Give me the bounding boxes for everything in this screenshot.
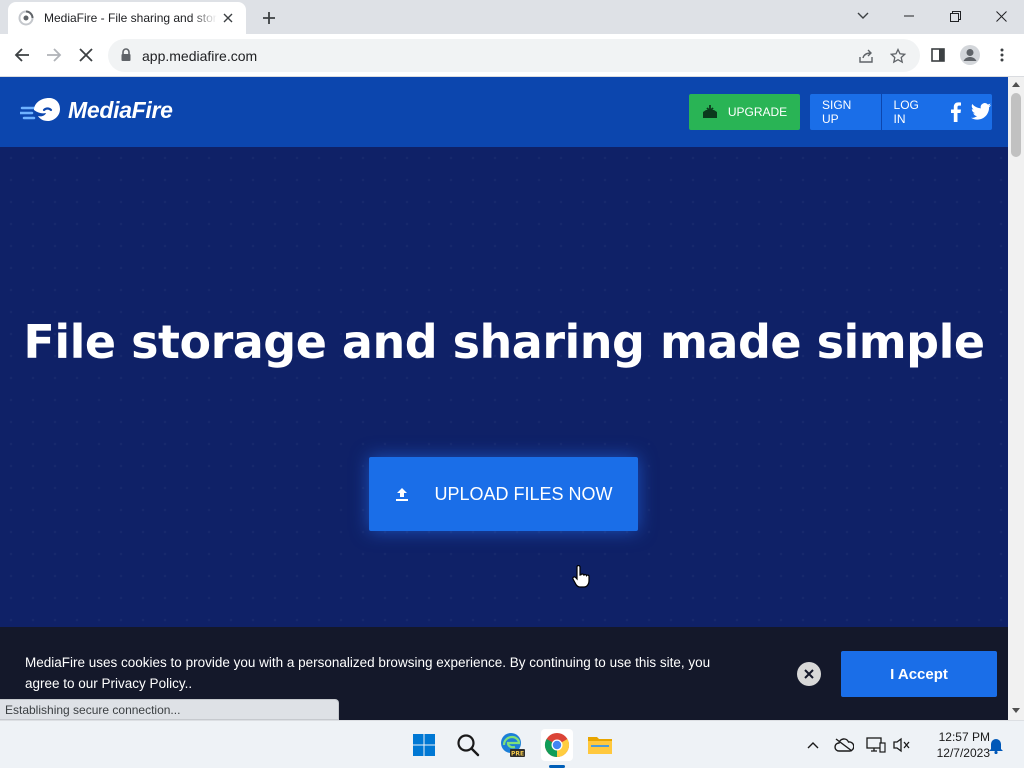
restore-button[interactable] (932, 0, 978, 32)
mediafire-flame-icon (20, 98, 60, 121)
url-text: app.mediafire.com (142, 48, 258, 64)
edge-beta-icon: PRE (501, 733, 525, 758)
upgrade-button[interactable]: UPGRADE (689, 94, 800, 130)
share-icon[interactable] (856, 46, 876, 66)
site-header: MediaFire UPGRADE SIGN UP LOG IN (0, 77, 1008, 147)
windows-start-icon (413, 734, 435, 756)
chevron-up-icon (807, 742, 819, 749)
forward-button[interactable] (42, 43, 66, 67)
system-clock[interactable]: 12:57 PM 12/7/2023 (918, 729, 990, 761)
social-links (944, 101, 992, 123)
tab-strip: MediaFire - File sharing and storage (0, 0, 1024, 34)
minimize-button[interactable] (886, 0, 932, 32)
facebook-icon[interactable] (946, 101, 966, 123)
stop-icon (79, 48, 93, 62)
hero-title: File storage and sharing made simple (23, 315, 985, 369)
volume-tray-button[interactable] (892, 735, 912, 755)
mediafire-logo[interactable]: MediaFire (20, 96, 173, 124)
file-explorer-icon (588, 737, 612, 754)
network-icon (866, 737, 886, 753)
bell-icon (989, 739, 1003, 754)
forward-arrow-icon (47, 48, 62, 62)
scrollbar-thumb[interactable] (1011, 93, 1021, 157)
browser-menu-button[interactable] (990, 43, 1014, 67)
network-tray-button[interactable] (866, 735, 886, 755)
taskbar-chrome[interactable] (541, 729, 573, 761)
upgrade-box-icon (702, 105, 717, 118)
svg-text:PRE: PRE (511, 751, 524, 758)
upgrade-label: UPGRADE (727, 105, 788, 119)
taskbar-file-explorer[interactable] (584, 729, 616, 761)
hand-cursor-icon (572, 565, 590, 588)
side-panel-icon (931, 48, 945, 62)
log-in-link[interactable]: LOG IN (882, 94, 944, 130)
tab-search-button[interactable] (840, 0, 886, 32)
address-bar[interactable]: app.mediafire.com (108, 39, 920, 72)
lock-icon (121, 48, 131, 61)
sign-up-link[interactable]: SIGN UP (810, 94, 881, 130)
tab-title: MediaFire - File sharing and storage (44, 11, 217, 25)
show-hidden-icons-button[interactable] (803, 735, 823, 755)
bookmark-star-icon[interactable] (888, 46, 908, 66)
page-scrollbar[interactable] (1008, 77, 1024, 720)
close-icon (804, 669, 814, 679)
scroll-down-icon[interactable] (1012, 708, 1020, 714)
upload-label: UPLOAD FILES NOW (434, 483, 613, 504)
cloud-offline-icon (834, 738, 854, 752)
browser-toolbar: app.mediafire.com (0, 34, 1024, 77)
loading-favicon-icon (18, 10, 34, 26)
side-panel-button[interactable] (926, 43, 950, 67)
cookie-dismiss-button[interactable] (797, 662, 821, 686)
profile-button[interactable] (958, 43, 982, 67)
onedrive-tray-button[interactable] (834, 735, 854, 755)
windows-taskbar: PRE 12:57 PM 12/7/2023 (0, 720, 1024, 768)
clock-date: 12/7/2023 (936, 746, 990, 760)
kebab-menu-icon (1000, 48, 1004, 62)
upload-icon (396, 488, 409, 501)
chevron-down-icon (857, 12, 869, 19)
taskbar-edge-beta[interactable]: PRE (496, 729, 528, 761)
search-icon (457, 734, 480, 757)
taskbar-search-button[interactable] (452, 729, 484, 761)
close-tab-icon[interactable] (221, 10, 237, 26)
cookie-message: MediaFire uses cookies to provide you wi… (25, 655, 711, 691)
accept-cookies-button[interactable]: I Accept (841, 651, 997, 697)
twitter-icon[interactable] (970, 102, 992, 122)
close-window-button[interactable] (978, 0, 1024, 32)
status-bubble: Establishing secure connection... (0, 699, 339, 720)
chrome-icon (544, 733, 570, 757)
volume-muted-icon (893, 737, 910, 753)
back-arrow-icon (14, 48, 29, 62)
start-button[interactable] (408, 729, 440, 761)
notifications-button[interactable] (986, 735, 1006, 755)
scroll-up-icon[interactable] (1012, 81, 1020, 87)
auth-links: SIGN UP LOG IN (810, 94, 992, 130)
clock-time: 12:57 PM (938, 730, 990, 744)
page-viewport: MediaFire UPGRADE SIGN UP LOG IN File st… (0, 77, 1008, 720)
new-tab-button[interactable] (258, 7, 280, 29)
back-button[interactable] (10, 43, 34, 67)
upload-files-button[interactable]: UPLOAD FILES NOW (369, 457, 638, 531)
stop-loading-button[interactable] (74, 43, 98, 67)
avatar-icon (960, 45, 980, 65)
logo-text: MediaFire (68, 96, 173, 123)
browser-tab[interactable]: MediaFire - File sharing and storage (8, 2, 246, 34)
